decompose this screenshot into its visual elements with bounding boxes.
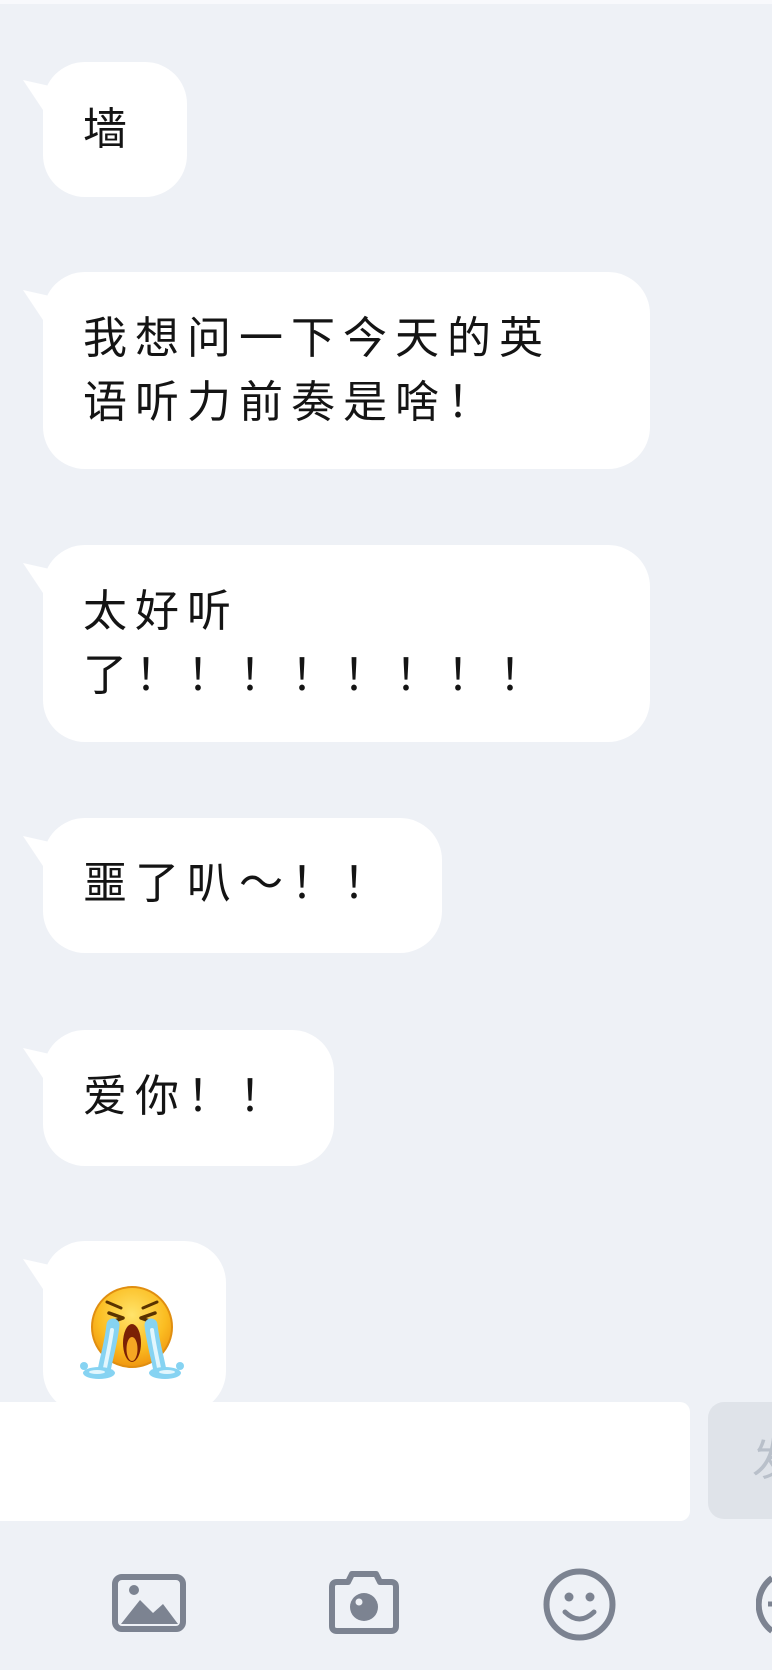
message-bubble[interactable]: 爱你！！	[43, 1030, 334, 1166]
message-text: 墙	[83, 98, 187, 162]
smiley-icon[interactable]	[543, 1568, 616, 1641]
message-line: 语听力前奏是啥！	[83, 377, 499, 428]
chat-screen: 墙 我想问一下今天的英 语听力前奏是啥！ 太好听 了！！！！！！！！ 噩了叭～！…	[0, 0, 772, 1670]
message-list[interactable]: 墙 我想问一下今天的英 语听力前奏是啥！ 太好听 了！！！！！！！！ 噩了叭～！…	[0, 0, 772, 1402]
message-line: 了！！！！！！！！	[83, 650, 551, 701]
message-bubble[interactable]: 我想问一下今天的英 语听力前奏是啥！	[43, 272, 650, 469]
image-icon[interactable]	[112, 1574, 186, 1632]
message-bubble[interactable]: 太好听 了！！！！！！！！	[43, 545, 650, 742]
message-text: 爱你！！	[83, 1065, 334, 1129]
message-input[interactable]	[0, 1402, 690, 1521]
message-line: 太好听	[83, 586, 239, 637]
message-bubble[interactable]: 墙	[43, 62, 187, 197]
input-toolbar	[0, 1521, 772, 1670]
camera-icon[interactable]	[328, 1569, 400, 1635]
message-line: 我想问一下今天的英	[83, 313, 551, 364]
send-button-label: 发	[752, 1402, 772, 1519]
message-text: 噩了叭～！！	[83, 852, 442, 916]
send-button[interactable]: 发	[708, 1402, 772, 1519]
more-icon[interactable]	[756, 1568, 772, 1641]
emoji-message-bubble[interactable]	[43, 1241, 226, 1402]
message-text: 我想问一下今天的英 语听力前奏是啥！	[83, 307, 650, 435]
crying-emoji-icon	[77, 1283, 187, 1383]
message-bubble[interactable]: 噩了叭～！！	[43, 818, 442, 953]
message-line: 墙	[83, 104, 135, 155]
message-text: 太好听 了！！！！！！！！	[83, 580, 650, 708]
message-line: 爱你！！	[83, 1071, 291, 1122]
message-line: 噩了叭～！！	[83, 858, 395, 909]
top-divider	[0, 0, 772, 4]
